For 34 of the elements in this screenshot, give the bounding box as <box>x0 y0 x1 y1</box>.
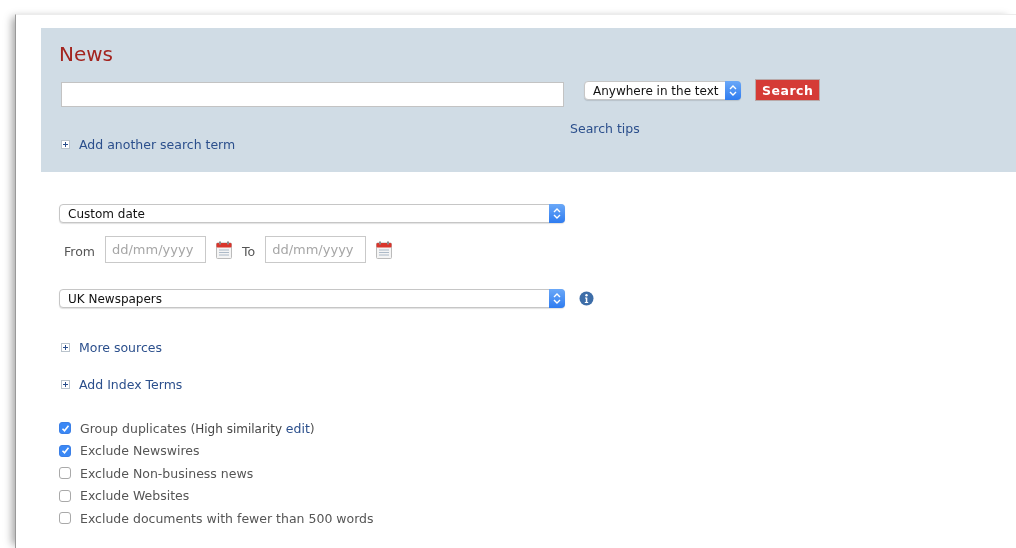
from-date-field[interactable]: dd/mm/yyyy <box>105 236 206 263</box>
dropdown[interactable]: Custom date <box>59 204 565 223</box>
checkbox[interactable] <box>59 489 71 502</box>
edit-link[interactable]: edit <box>285 420 310 436</box>
checkbox[interactable] <box>59 467 71 480</box>
checkbox[interactable] <box>59 422 71 435</box>
from-label: From <box>64 244 95 259</box>
expand-link[interactable]: Add another search term <box>79 137 236 152</box>
checkbox-label: Exclude Newswires <box>80 443 200 459</box>
info-icon[interactable] <box>579 291 594 306</box>
plus-box-icon[interactable] <box>61 380 70 389</box>
page-title: News <box>59 42 115 66</box>
checkbox[interactable] <box>59 444 71 457</box>
checkbox-label: Exclude Websites <box>80 488 190 504</box>
calendar-icon[interactable] <box>376 240 393 259</box>
expand-link[interactable]: Add Index Terms <box>79 377 183 392</box>
to-label: To <box>242 244 256 259</box>
chevron-updown-icon <box>725 81 741 100</box>
plus-box-icon[interactable] <box>61 140 70 149</box>
dropdown[interactable]: UK Newspapers <box>59 289 565 308</box>
search-button[interactable]: Search <box>755 79 821 101</box>
chevron-updown-icon <box>549 289 565 308</box>
checkbox-label: Group duplicates (High similarity edit) <box>80 420 315 436</box>
checkbox-label: Exclude Non-business news <box>80 465 254 481</box>
search-tips-link[interactable]: Search tips <box>570 121 640 136</box>
checkbox[interactable] <box>59 512 71 525</box>
chevron-updown-icon <box>549 204 565 223</box>
dropdown[interactable]: Anywhere in the text <box>584 81 741 100</box>
search-field[interactable] <box>61 82 564 107</box>
calendar-icon[interactable] <box>216 240 232 259</box>
to-date-field[interactable]: dd/mm/yyyy <box>265 236 367 263</box>
checkbox-label: Exclude documents with fewer than 500 words <box>80 510 374 526</box>
plus-box-icon[interactable] <box>61 343 70 352</box>
expand-link[interactable]: More sources <box>79 340 162 355</box>
